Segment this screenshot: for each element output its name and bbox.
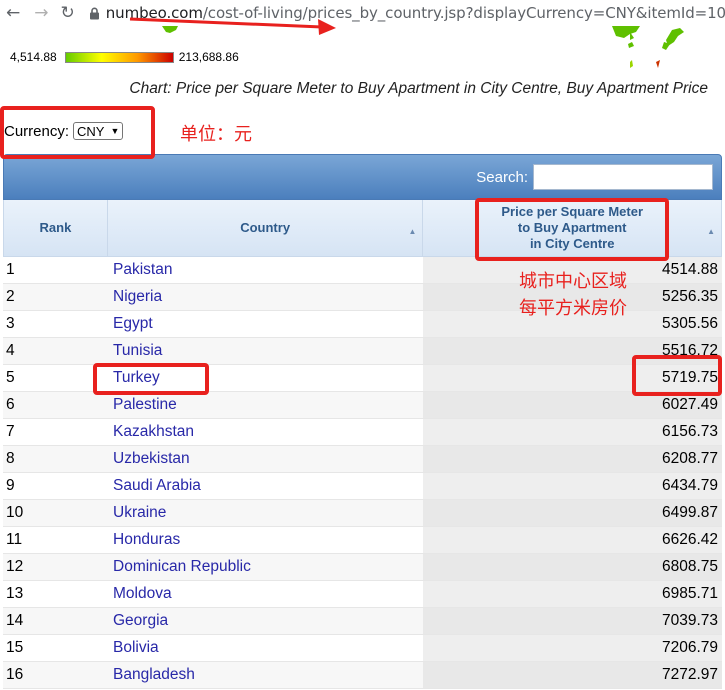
cell-price: 6156.73 bbox=[423, 419, 722, 445]
cell-rank: 1 bbox=[6, 261, 15, 278]
table-row: 6 Palestine 6027.49 bbox=[3, 392, 722, 419]
cell-rank: 2 bbox=[6, 288, 15, 305]
cell-rank: 16 bbox=[6, 666, 24, 683]
annotation-box-turkey bbox=[93, 363, 209, 395]
forward-arrow-icon[interactable]: → bbox=[34, 2, 48, 24]
country-link[interactable]: Tunisia bbox=[107, 338, 423, 364]
price-annotation-line2: 每平方米房价 bbox=[519, 298, 627, 319]
cell-rank: 13 bbox=[6, 585, 24, 602]
price-annotation: 城市中心区域 每平方米房价 bbox=[508, 268, 638, 322]
country-link[interactable]: Egypt bbox=[107, 311, 423, 337]
lock-icon[interactable] bbox=[89, 6, 100, 20]
table-row: 9 Saudi Arabia 6434.79 bbox=[3, 473, 722, 500]
cell-price: 6626.42 bbox=[423, 527, 722, 553]
table-row: 10 Ukraine 6499.87 bbox=[3, 500, 722, 527]
table-row: 8 Uzbekistan 6208.77 bbox=[3, 446, 722, 473]
country-link[interactable]: Kazakhstan bbox=[107, 419, 423, 445]
cell-rank: 7 bbox=[6, 423, 15, 440]
table-row: 13 Moldova 6985.71 bbox=[3, 581, 722, 608]
cell-rank: 10 bbox=[6, 504, 24, 521]
table-row: 7 Kazakhstan 6156.73 bbox=[3, 419, 722, 446]
country-link[interactable]: Ukraine bbox=[107, 500, 423, 526]
country-link[interactable]: Uzbekistan bbox=[107, 446, 423, 472]
country-link[interactable]: Pakistan bbox=[107, 257, 423, 283]
reload-icon[interactable]: ↻ bbox=[61, 2, 75, 24]
unit-annotation: 单位：元 bbox=[180, 124, 252, 145]
table-search-bar: Search: bbox=[3, 154, 722, 200]
cell-price: 7272.97 bbox=[423, 662, 722, 688]
table-row: 15 Bolivia 7206.79 bbox=[3, 635, 722, 662]
header-rank-label: Rank bbox=[39, 220, 72, 235]
cell-price: 7206.79 bbox=[423, 635, 722, 661]
search-label: Search: bbox=[476, 168, 528, 186]
cell-rank: 15 bbox=[6, 639, 24, 656]
country-link[interactable]: Palestine bbox=[107, 392, 423, 418]
cell-price: 6808.75 bbox=[423, 554, 722, 580]
cell-price: 6985.71 bbox=[423, 581, 722, 607]
country-link[interactable]: Dominican Republic bbox=[107, 554, 423, 580]
table-row: 12 Dominican Republic 6808.75 bbox=[3, 554, 722, 581]
cell-rank: 3 bbox=[6, 315, 15, 332]
cell-rank: 12 bbox=[6, 558, 24, 575]
annotation-box-price-header bbox=[475, 198, 669, 261]
header-country-label: Country bbox=[240, 220, 291, 235]
cell-price: 7039.73 bbox=[423, 608, 722, 634]
annotation-arrow bbox=[129, 17, 336, 35]
country-link[interactable]: Bolivia bbox=[107, 635, 423, 661]
price-annotation-line1: 城市中心区域 bbox=[519, 271, 627, 292]
cell-price: 6434.79 bbox=[423, 473, 722, 499]
country-link[interactable]: Nigeria bbox=[107, 284, 423, 310]
sort-arrow-icon: ▲ bbox=[707, 227, 715, 236]
cell-rank: 14 bbox=[6, 612, 24, 629]
header-rank[interactable]: Rank bbox=[4, 200, 108, 256]
legend-min-value: 4,514.88 bbox=[10, 50, 57, 64]
table-row: 4 Tunisia 5516.72 bbox=[3, 338, 722, 365]
cell-rank: 8 bbox=[6, 450, 15, 467]
table-row: 11 Honduras 6626.42 bbox=[3, 527, 722, 554]
cell-rank: 9 bbox=[6, 477, 15, 494]
map-legend: 4,514.88 213,688.86 bbox=[10, 50, 239, 64]
legend-max-value: 213,688.86 bbox=[178, 50, 239, 64]
cell-price: 6208.77 bbox=[423, 446, 722, 472]
back-arrow-icon[interactable]: ← bbox=[6, 2, 20, 24]
country-link[interactable]: Georgia bbox=[107, 608, 423, 634]
cell-price: 6499.87 bbox=[423, 500, 722, 526]
table-row: 14 Georgia 7039.73 bbox=[3, 608, 722, 635]
map-fragment bbox=[612, 26, 684, 68]
annotation-box-currency bbox=[0, 106, 155, 159]
country-link[interactable]: Moldova bbox=[107, 581, 423, 607]
search-input[interactable] bbox=[533, 164, 713, 190]
annotation-box-turkey-price bbox=[632, 355, 722, 396]
legend-color-scale bbox=[64, 51, 174, 63]
country-link[interactable]: Bangladesh bbox=[107, 662, 423, 688]
cell-rank: 4 bbox=[6, 342, 15, 359]
country-link[interactable]: Saudi Arabia bbox=[107, 473, 423, 499]
cell-rank: 5 bbox=[6, 369, 15, 386]
cell-rank: 6 bbox=[6, 396, 15, 413]
country-link[interactable]: Honduras bbox=[107, 527, 423, 553]
chart-caption: Chart: Price per Square Meter to Buy Apa… bbox=[129, 80, 708, 97]
header-country[interactable]: Country ▲ bbox=[108, 200, 424, 256]
browser-toolbar: ← → ↻ numbeo.com/cost-of-living/prices_b… bbox=[0, 0, 725, 26]
sort-arrow-icon: ▲ bbox=[408, 227, 417, 236]
table-row: 16 Bangladesh 7272.97 bbox=[3, 662, 722, 689]
cell-rank: 11 bbox=[6, 531, 23, 548]
